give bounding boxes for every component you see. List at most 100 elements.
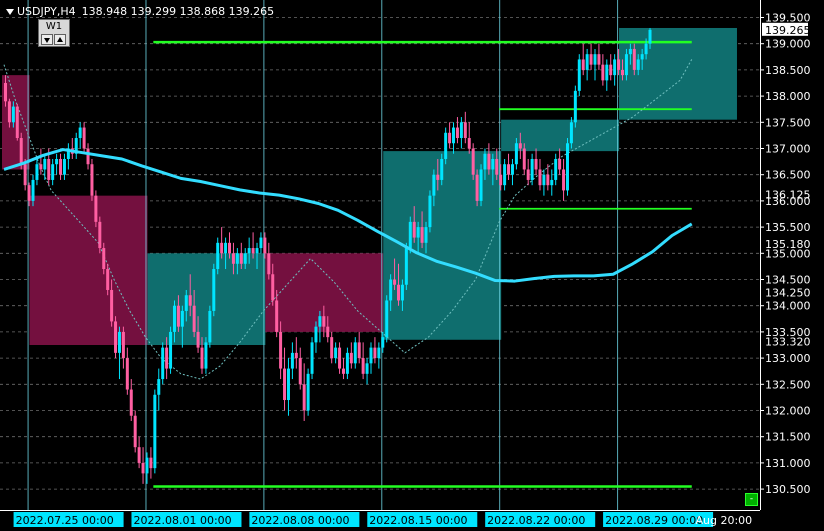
date-label: 2022.08.01 00:00 xyxy=(133,514,231,527)
candle-body xyxy=(479,169,483,201)
candle xyxy=(15,103,19,141)
candle-body xyxy=(161,347,165,380)
candle-body xyxy=(94,195,98,222)
close-value: 139.265 xyxy=(228,5,275,18)
candle-body xyxy=(518,143,522,149)
price-chart[interactable]: 139.500 139.000 138.500 138.000 137.500 137.0… xyxy=(0,0,824,531)
candle-body xyxy=(558,158,562,170)
price-tick-label: 138.500 xyxy=(765,64,811,77)
timeframe-next-button[interactable] xyxy=(54,34,66,45)
candle-body xyxy=(408,221,412,249)
candle-body xyxy=(550,179,554,186)
timeframe-prev-button[interactable] xyxy=(41,34,53,45)
candle-body xyxy=(165,347,169,369)
candle-body xyxy=(432,174,436,196)
candle-body xyxy=(526,169,530,180)
chart-menu-triangle-icon[interactable] xyxy=(6,8,14,15)
candle-body xyxy=(369,347,373,364)
date-label: Aug 20:00 xyxy=(695,514,752,527)
candle-body xyxy=(361,358,365,374)
collapse-button[interactable]: - xyxy=(745,493,758,506)
candle-body xyxy=(204,342,208,369)
candle xyxy=(577,54,581,97)
candle-body xyxy=(585,54,589,70)
candle-body xyxy=(455,127,459,139)
candle xyxy=(475,169,479,207)
candle-body xyxy=(605,64,609,81)
candle-body xyxy=(436,174,440,180)
candle xyxy=(565,138,569,196)
candle-body xyxy=(286,368,290,401)
candle-body xyxy=(27,185,31,201)
candle-body xyxy=(495,158,499,175)
price-level-label: 133.320 xyxy=(765,335,811,348)
candle-body xyxy=(565,143,569,191)
candle-body xyxy=(345,352,349,374)
candle-body xyxy=(137,447,141,463)
candle-body xyxy=(522,148,526,170)
price-tick-label: 139.500 xyxy=(765,12,811,25)
date-label: 2022.08.29 00:00 xyxy=(605,514,703,527)
candle-body xyxy=(546,174,550,186)
candle-body xyxy=(365,363,369,374)
candle xyxy=(94,190,98,228)
candle-body xyxy=(220,242,224,254)
candle-body xyxy=(487,153,491,170)
current-price-label: 139.265 xyxy=(765,24,811,37)
price-tick-label: 131.000 xyxy=(765,457,811,470)
candle-body xyxy=(149,457,153,469)
timeframe-panel: W1 xyxy=(38,19,70,47)
candle-body xyxy=(298,358,302,385)
candle-body xyxy=(514,143,518,165)
candle xyxy=(479,164,483,207)
candle xyxy=(98,216,102,254)
candle-body xyxy=(224,242,228,254)
candle-body xyxy=(192,305,196,332)
candle xyxy=(444,127,448,165)
chart-area[interactable]: 139.500 139.000 138.500 138.000 137.500 137.0… xyxy=(0,0,824,531)
candle xyxy=(114,316,118,359)
candle-body xyxy=(507,164,511,175)
candle-body xyxy=(62,158,66,175)
candle xyxy=(404,242,408,290)
candle xyxy=(161,342,165,385)
candle-body xyxy=(19,138,23,165)
candle-body xyxy=(357,342,361,359)
candle-body xyxy=(216,242,220,270)
candle xyxy=(573,85,577,128)
candle-body xyxy=(326,326,330,338)
price-tick-label: 134.000 xyxy=(765,300,811,313)
candle-body xyxy=(554,158,558,180)
candle-body xyxy=(208,310,212,343)
candle-body xyxy=(562,169,566,191)
weekly-box xyxy=(29,195,148,345)
candle-body xyxy=(573,90,577,123)
symbol-label: USDJPY,H4 xyxy=(17,5,76,18)
candle-body xyxy=(624,54,628,76)
candle-body xyxy=(640,54,644,60)
candle-body xyxy=(114,321,118,353)
candle-body xyxy=(530,158,534,180)
candle-body xyxy=(196,331,200,348)
candle-body xyxy=(381,337,385,348)
candle-body xyxy=(424,227,428,243)
candle-body xyxy=(569,122,573,144)
candle-body xyxy=(55,158,59,165)
price-tick-label: 133.000 xyxy=(765,352,811,365)
open-value: 138.948 xyxy=(81,5,128,18)
candle-body xyxy=(318,316,322,327)
candle-body xyxy=(349,352,353,364)
candle xyxy=(306,368,310,416)
candle-body xyxy=(4,83,7,102)
candle-body xyxy=(597,54,601,65)
candle-body xyxy=(271,274,275,301)
candle xyxy=(212,263,216,317)
down-triangle-icon xyxy=(44,38,50,43)
candle-body xyxy=(444,132,448,159)
candle-body xyxy=(385,300,389,338)
weekly-box xyxy=(147,253,266,345)
candle-body xyxy=(400,284,404,301)
candle-body xyxy=(133,415,137,448)
candle-body xyxy=(628,48,632,55)
candle-body xyxy=(341,368,345,374)
